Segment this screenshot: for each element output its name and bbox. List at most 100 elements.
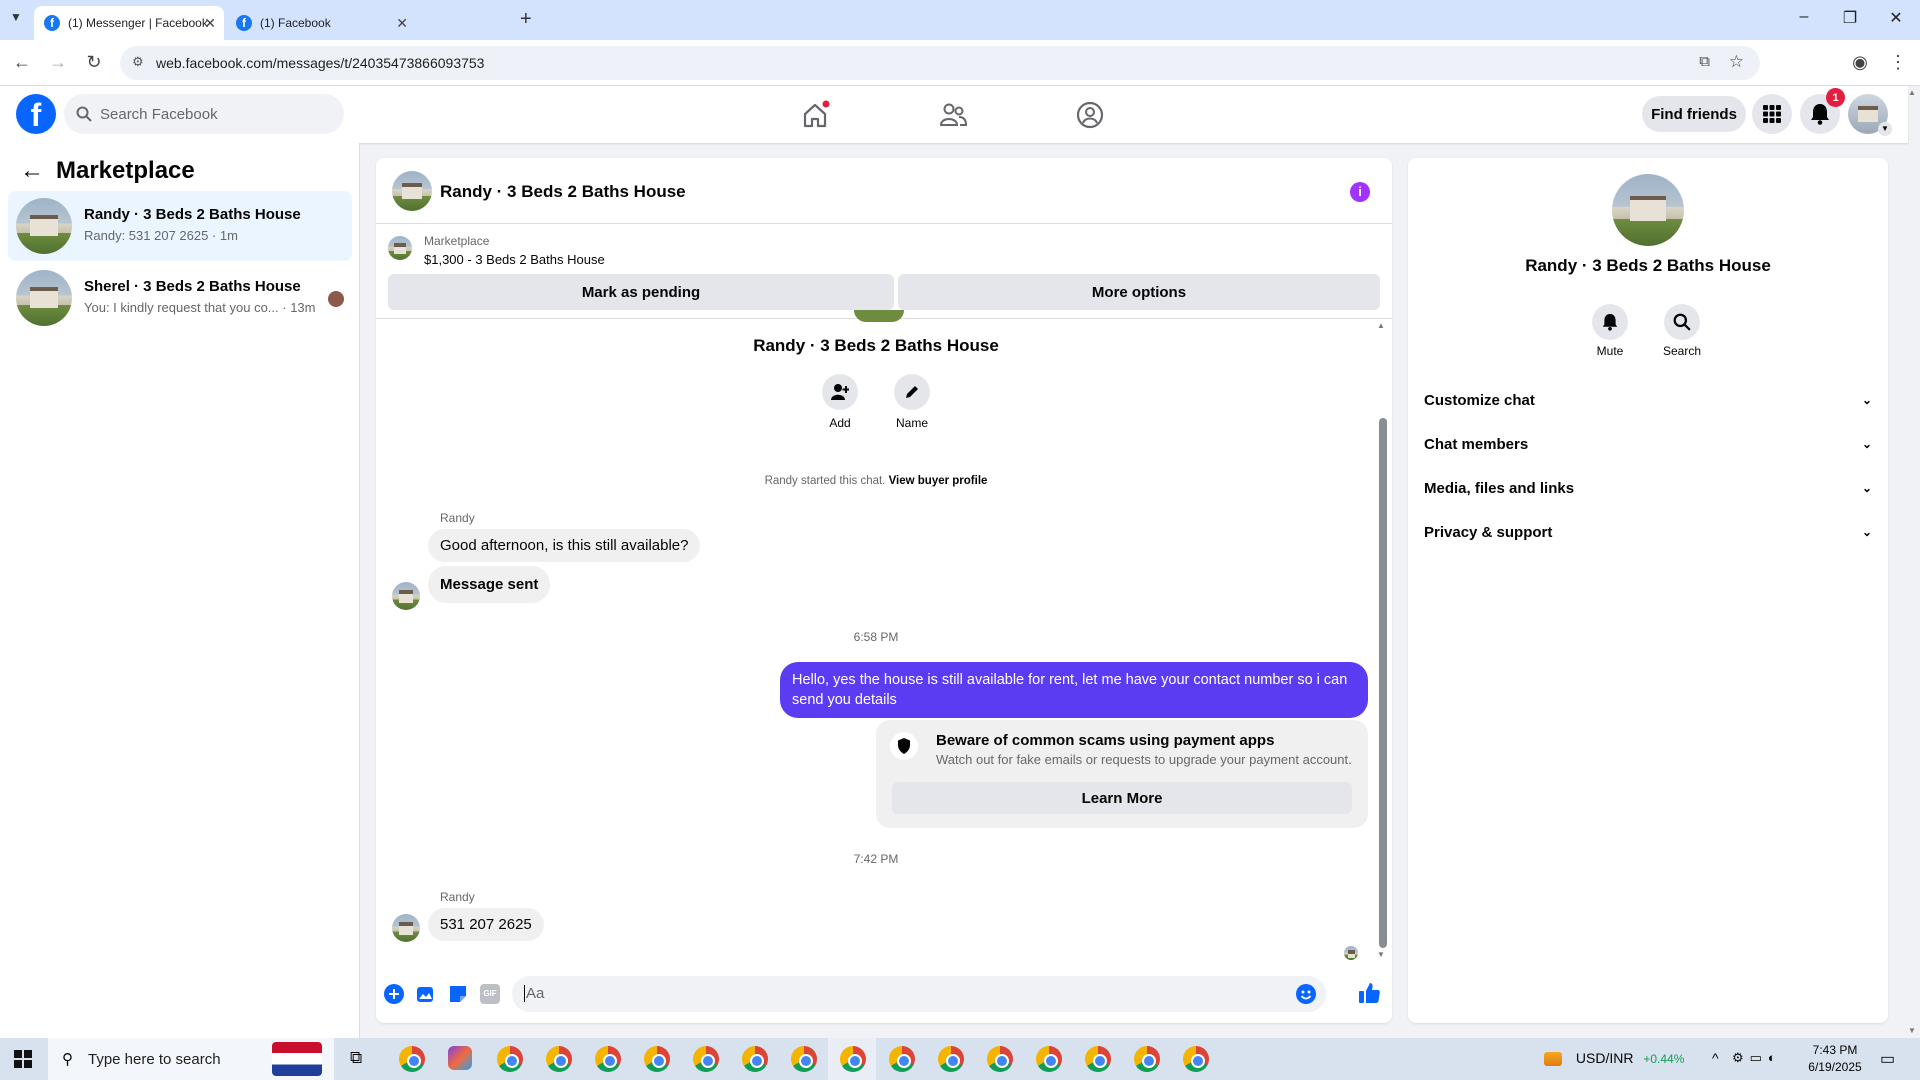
chrome-taskbar-icon[interactable] — [1134, 1046, 1160, 1072]
ticker-widget[interactable]: USD/INR +0.44% — [1544, 1050, 1685, 1067]
find-friends-button[interactable]: Find friends — [1642, 96, 1746, 132]
taskbar-search-box[interactable]: ⚲ Type here to search — [48, 1038, 334, 1080]
facebook-logo[interactable]: f — [16, 94, 56, 134]
chat-avatar[interactable] — [392, 171, 432, 211]
conversation-item[interactable]: Sherel · 3 Beds 2 Baths House You: I kin… — [8, 263, 352, 333]
install-app-icon[interactable]: ⧉ — [1699, 53, 1710, 70]
chevron-down-icon: ⌄ — [1861, 437, 1872, 451]
search-input[interactable]: Search Facebook — [64, 94, 344, 134]
chrome-taskbar-icon[interactable] — [889, 1046, 915, 1072]
chrome-taskbar-icon[interactable] — [399, 1046, 425, 1072]
chrome-taskbar-icon[interactable] — [938, 1046, 964, 1072]
chrome-taskbar-icon[interactable] — [840, 1046, 866, 1072]
chevron-down-icon: ⌄ — [1861, 525, 1872, 539]
conversation-item[interactable]: Randy · 3 Beds 2 Baths House Randy: 531 … — [8, 191, 352, 261]
close-tab-icon[interactable]: ✕ — [204, 15, 216, 32]
message-input[interactable]: Aa — [512, 976, 1326, 1012]
new-tab-button[interactable]: + — [520, 8, 532, 31]
intro-name: Randy · 3 Beds 2 Baths House — [753, 336, 999, 355]
browser-toolbar: ← → ↻ ⚙ web.facebook.com/messages/t/2403… — [0, 40, 1920, 86]
page-scroll-down-icon[interactable]: ▼ — [1908, 1026, 1916, 1035]
close-window-icon[interactable]: ✕ — [1876, 8, 1916, 28]
message-bubble[interactable]: Good afternoon, is this still available? — [428, 529, 701, 562]
message-bubble[interactable]: 531 207 2625 — [428, 908, 544, 941]
chrome-taskbar-icon[interactable] — [742, 1046, 768, 1072]
sender-name: Randy — [440, 511, 475, 525]
notification-center-icon[interactable]: ▭ — [1880, 1049, 1895, 1069]
edit-name-button[interactable] — [894, 374, 930, 410]
home-icon[interactable] — [800, 100, 830, 130]
bookmark-star-icon[interactable]: ☆ — [1729, 52, 1744, 72]
scroll-up-icon[interactable]: ▲ — [1377, 321, 1385, 330]
tab-facebook[interactable]: f (1) Facebook ✕ — [226, 6, 416, 40]
windows-start-icon[interactable] — [14, 1050, 32, 1068]
learn-more-button[interactable]: Learn More — [892, 782, 1352, 814]
tab-messenger[interactable]: f (1) Messenger | Facebook ✕ — [34, 6, 224, 40]
chrome-taskbar-icon[interactable] — [595, 1046, 621, 1072]
sender-avatar — [392, 914, 420, 942]
browser-menu-icon[interactable]: ⋮ — [1886, 52, 1910, 73]
mark-as-pending-button[interactable]: Mark as pending — [388, 274, 894, 310]
more-options-button[interactable]: More options — [898, 274, 1380, 310]
minimize-icon[interactable]: – — [1784, 8, 1824, 26]
reload-icon[interactable]: ↻ — [82, 52, 106, 73]
media-files-links-row[interactable]: Media, files and links ⌄ — [1424, 470, 1872, 506]
tray-icons[interactable]: ⚙▭◐ — [1732, 1050, 1782, 1066]
message-bubble[interactable]: Message sent — [428, 566, 551, 603]
outgoing-message-bubble[interactable]: Hello, yes the house is still available … — [780, 662, 1368, 718]
back-icon[interactable]: ← — [10, 52, 34, 73]
add-member-button[interactable] — [822, 374, 858, 410]
chat-panel: Randy · 3 Beds 2 Baths House i Marketpla… — [376, 158, 1392, 1023]
bell-icon — [1811, 104, 1829, 125]
photo-icon[interactable] — [416, 984, 436, 1004]
friends-icon[interactable] — [938, 100, 968, 130]
view-buyer-profile-link[interactable]: View buyer profile — [889, 475, 988, 487]
task-view-icon[interactable]: ⧉ — [350, 1048, 362, 1068]
search-in-chat-button[interactable] — [1664, 304, 1700, 340]
conversation-name: Randy · 3 Beds 2 Baths House — [84, 206, 301, 223]
conversation-preview: You: I kindly request that you co... · 1… — [84, 300, 316, 315]
chrome-taskbar-icon[interactable] — [693, 1046, 719, 1072]
scrollbar-thumb[interactable] — [1379, 418, 1387, 948]
emoji-icon[interactable] — [1296, 984, 1316, 1004]
chat-title[interactable]: Randy · 3 Beds 2 Baths House — [440, 182, 686, 202]
sticker-icon[interactable] — [448, 984, 468, 1004]
page-scroll-up-icon[interactable]: ▲ — [1908, 88, 1916, 97]
privacy-support-row[interactable]: Privacy & support ⌄ — [1424, 514, 1872, 550]
gif-icon[interactable]: GIF — [480, 984, 500, 1004]
menu-button[interactable] — [1752, 94, 1792, 134]
chrome-taskbar-icon[interactable] — [1085, 1046, 1111, 1072]
info-icon[interactable]: i — [1350, 182, 1370, 202]
restore-icon[interactable]: ❐ — [1830, 8, 1870, 28]
site-info-icon[interactable]: ⚙ — [132, 54, 144, 70]
mute-label: Mute — [1596, 344, 1624, 358]
ticker-change: +0.44% — [1643, 1052, 1685, 1066]
profile-icon[interactable]: ◉ — [1848, 52, 1872, 73]
forward-icon[interactable]: → — [46, 52, 70, 73]
clock[interactable]: 7:43 PM 6/19/2025 — [1806, 1042, 1864, 1076]
address-bar[interactable]: ⚙ web.facebook.com/messages/t/2403547386… — [120, 46, 1760, 80]
chrome-taskbar-icon[interactable] — [546, 1046, 572, 1072]
search-icon — [76, 106, 92, 122]
scroll-down-icon[interactable]: ▼ — [1377, 950, 1385, 959]
chrome-taskbar-icon[interactable] — [987, 1046, 1013, 1072]
chrome-taskbar-icon[interactable] — [497, 1046, 523, 1072]
chrome-taskbar-icon[interactable] — [1183, 1046, 1209, 1072]
mute-button[interactable] — [1592, 304, 1628, 340]
chrome-taskbar-icon[interactable] — [644, 1046, 670, 1072]
tray-chevron-icon[interactable]: ^ — [1712, 1050, 1719, 1066]
chrome-taskbar-icon[interactable] — [791, 1046, 817, 1072]
copilot-taskbar-icon[interactable] — [448, 1046, 472, 1070]
groups-icon[interactable] — [1075, 100, 1105, 130]
chrome-taskbar-icon[interactable] — [1036, 1046, 1062, 1072]
tab-list-chevron-icon[interactable]: ▼ — [10, 10, 22, 24]
customize-chat-row[interactable]: Customize chat ⌄ — [1424, 382, 1872, 418]
close-tab-icon[interactable]: ✕ — [396, 15, 408, 32]
add-more-icon[interactable] — [384, 984, 404, 1004]
chat-members-row[interactable]: Chat members ⌄ — [1424, 426, 1872, 462]
thumbs-up-icon[interactable] — [1358, 982, 1380, 1004]
listing-detail[interactable]: $1,300 - 3 Beds 2 Baths House — [424, 252, 605, 267]
back-arrow-icon[interactable]: ← — [20, 157, 44, 185]
message-input-placeholder: Aa — [524, 985, 545, 1002]
account-chevron-icon[interactable]: ▼ — [1878, 122, 1892, 136]
